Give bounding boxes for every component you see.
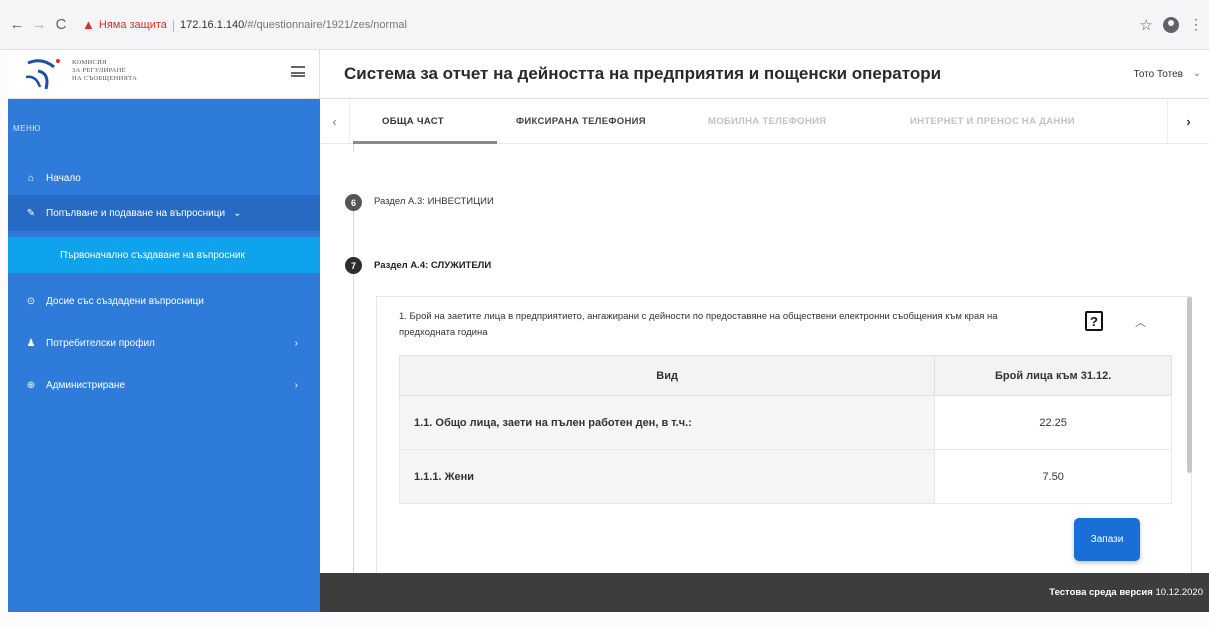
app-header: Система за отчет на дейността на предпри… (320, 50, 1209, 99)
user-icon: ♟ (26, 337, 36, 349)
environment-label: Тестова среда версия (1049, 587, 1153, 598)
page-title: Система за отчет на дейността на предпри… (344, 64, 942, 83)
stepper-line (353, 274, 354, 574)
url-host: 172.16.1.140 (180, 18, 245, 31)
sidebar-item-label: Начало (46, 172, 81, 184)
user-menu[interactable]: Тото Тотев (1134, 69, 1184, 80)
version-info: Тестова среда версия 10.12.2020 (1049, 587, 1203, 598)
sidebar-item-label: Администриране (46, 379, 126, 391)
url-separator: | (171, 17, 176, 32)
tabs-bar: ‹ ОБЩА ЧАСТ ФИКСИРАНА ТЕЛЕФОНИЯ МОБИЛНА … (320, 99, 1209, 144)
sidebar: МЕНЮ ⌂ Начало ✎ Попълване и подаване на … (8, 99, 320, 612)
menu-caption: МЕНЮ (13, 124, 41, 133)
version-date: 10.12.2020 (1155, 587, 1203, 598)
logo-text: КОМИСИЯ ЗА РЕГУЛИРАНЕ НА СЪОБЩЕНИЯТА (72, 59, 137, 83)
chevron-up-icon[interactable]: ︿ (1135, 314, 1146, 330)
help-icon[interactable]: ? (1085, 311, 1103, 331)
globe-icon: ⊕ (26, 379, 36, 391)
step-label[interactable]: Раздел А.4: СЛУЖИТЕЛИ (374, 260, 491, 271)
table-header-row: Вид Брой лица към 31.12. (398, 355, 1172, 396)
sidebar-item-label: Попълване и подаване на въпросници (46, 207, 226, 219)
footer: Тестова среда версия 10.12.2020 (320, 573, 1209, 612)
sidebar-item-label: Потребителски профил (46, 337, 155, 349)
sidebar-item-label: Първоначално създаване на въпросник (60, 249, 245, 261)
question-text: 1. Брой на заетите лица в предприятието,… (399, 311, 998, 338)
row-label: 1.1. Общо лица, заети на пълен работен д… (398, 395, 936, 450)
logo-area: КОМИСИЯ ЗА РЕГУЛИРАНЕ НА СЪОБЩЕНИЯТА (8, 50, 320, 99)
table-row: 1.1.1. Жени 7.50 (398, 449, 1172, 504)
value-input[interactable]: 22.25 (934, 395, 1172, 450)
question-card: 1. Брой на заетите лица в предприятието,… (376, 296, 1192, 576)
sidebar-item-home[interactable]: ⌂ Начало (8, 160, 320, 196)
scrollbar[interactable] (1187, 297, 1192, 473)
row-label: 1.1.1. Жени (398, 449, 936, 504)
active-tab-indicator (353, 141, 497, 144)
browser-toolbar: ← → C ▲ Няма защита | 172.16.1.140/#/que… (0, 0, 1209, 50)
chevron-right-icon: › (294, 337, 298, 349)
logo-line: ЗА РЕГУЛИРАНЕ (72, 67, 126, 74)
main-content: ‹ ОБЩА ЧАСТ ФИКСИРАНА ТЕЛЕФОНИЯ МОБИЛНА … (320, 99, 1209, 576)
sidebar-item-questionnaires[interactable]: ✎ Попълване и подаване на въпросници ⌄ (8, 195, 320, 231)
browser-menu-icon[interactable]: ⋮ (1189, 16, 1203, 33)
logo-line: НА СЪОБЩЕНИЯТА (72, 75, 138, 82)
profile-icon[interactable] (1163, 16, 1179, 33)
history-icon: ⊙ (26, 295, 36, 307)
stepper-line (353, 144, 354, 152)
security-warning[interactable]: Няма защита (99, 19, 167, 31)
tab-mobile-telephony: МОБИЛНА ТЕЛЕФОНИЯ (708, 116, 827, 127)
url-path: /#/questionnaire/1921/zes/normal (244, 18, 407, 31)
hamburger-menu-icon[interactable] (291, 66, 305, 77)
step-label[interactable]: Раздел А.3: ИНВЕСТИЦИИ (374, 196, 494, 207)
stepper-line (353, 211, 354, 257)
tab-general[interactable]: ОБЩА ЧАСТ (382, 116, 444, 127)
chevron-right-icon: › (294, 379, 298, 391)
column-header: Брой лица към 31.12. (934, 355, 1172, 396)
sidebar-item-label: Досие със създадени въпросници (46, 295, 204, 307)
back-arrow-icon[interactable]: ← (6, 14, 28, 36)
save-button[interactable]: Запази (1074, 518, 1140, 561)
address-bar[interactable]: 172.16.1.140/#/questionnaire/1921/zes/no… (180, 19, 407, 31)
step-number[interactable]: 6 (345, 194, 362, 211)
tabs-scroll-right-icon[interactable]: › (1167, 99, 1209, 144)
chevron-down-icon: ⌄ (233, 207, 242, 219)
reload-icon[interactable]: C (50, 14, 72, 36)
bookmark-star-icon[interactable]: ☆ (1140, 16, 1153, 34)
table-row: 1.1. Общо лица, заети на пълен работен д… (398, 395, 1172, 450)
tab-fixed-telephony[interactable]: ФИКСИРАНА ТЕЛЕФОНИЯ (516, 116, 646, 127)
pencil-icon: ✎ (26, 207, 36, 219)
chevron-down-icon[interactable]: ⌄ (1193, 68, 1201, 79)
sidebar-item-admin[interactable]: ⊕ Администриране › (8, 367, 320, 403)
column-header: Вид (398, 355, 936, 396)
forward-arrow-icon[interactable]: → (28, 14, 50, 36)
step-number[interactable]: 7 (345, 257, 362, 274)
warning-icon[interactable]: ▲ (82, 17, 95, 32)
value-input[interactable]: 7.50 (934, 449, 1172, 504)
sidebar-item-create-questionnaire[interactable]: Първоначално създаване на въпросник (8, 237, 320, 273)
tabs-scroll-left-icon[interactable]: ‹ (320, 99, 350, 144)
home-icon: ⌂ (27, 172, 35, 184)
data-table: Вид Брой лица към 31.12. 1.1. Общо лица,… (398, 355, 1172, 504)
logo-line: КОМИСИЯ (72, 59, 107, 66)
sidebar-item-dossier[interactable]: ⊙ Досие със създадени въпросници (8, 283, 320, 319)
tab-internet-data: ИНТЕРНЕТ И ПРЕНОС НА ДАННИ (910, 116, 1075, 127)
logo-icon (25, 59, 60, 90)
sidebar-item-profile[interactable]: ♟ Потребителски профил › (8, 325, 320, 361)
